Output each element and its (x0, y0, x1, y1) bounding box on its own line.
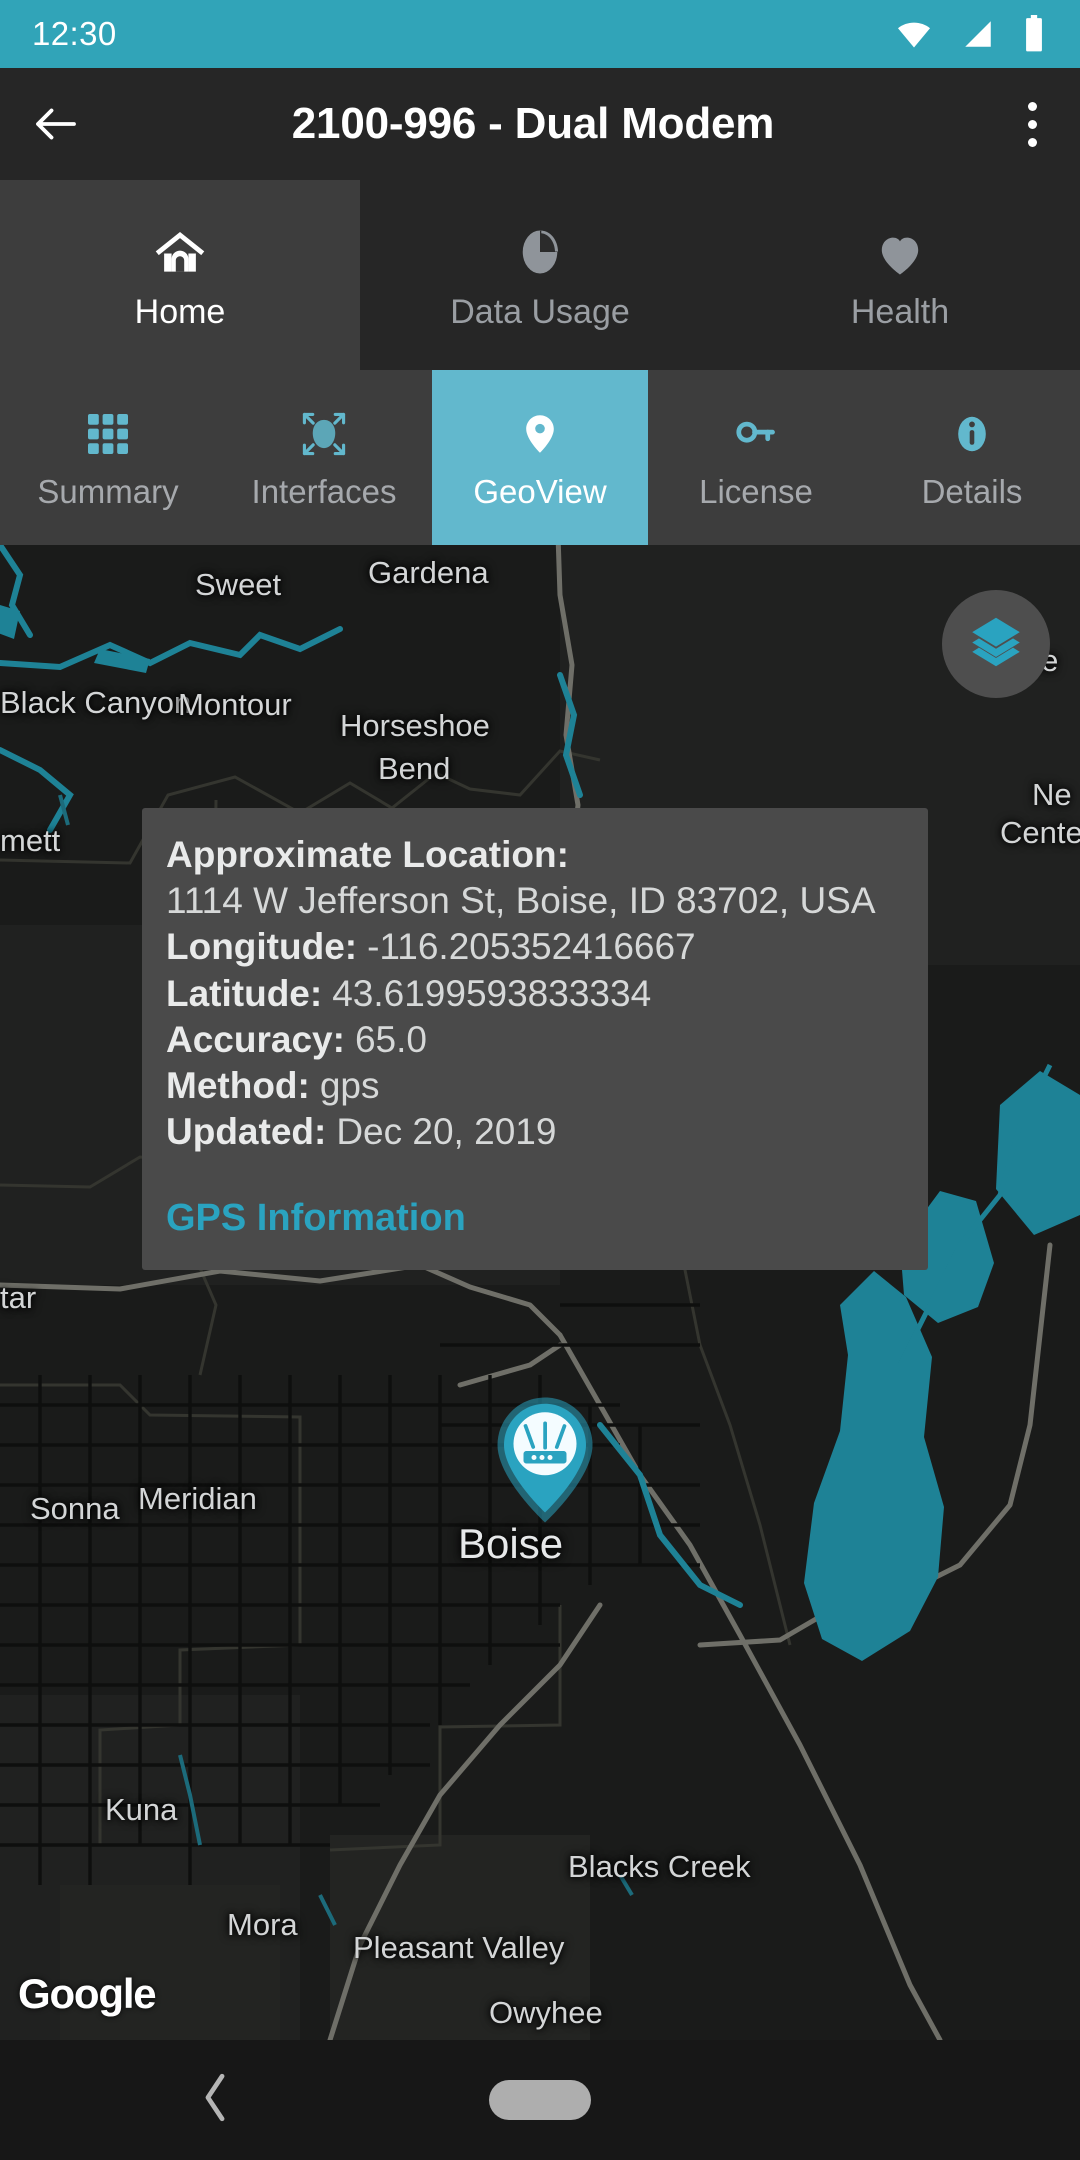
map-label: Kuna (105, 1792, 178, 1827)
map-label: Owyhee (489, 1995, 603, 2030)
tab-geoview[interactable]: GeoView (432, 370, 648, 545)
key-icon (730, 405, 782, 463)
tab-details-label: Details (921, 472, 1023, 510)
map-label: mett (0, 823, 61, 858)
location-info-card: Approximate Location: 1114 W Jefferson S… (142, 808, 928, 1271)
card-address: 1114 W Jefferson St, Boise, ID 83702, US… (166, 880, 876, 922)
status-icons (894, 15, 1046, 53)
pie-chart-icon (512, 219, 568, 281)
method-label: Method: (166, 1064, 310, 1106)
map-pin-icon (517, 405, 563, 463)
map-label: Sonna (30, 1491, 120, 1526)
tab-home-label: Home (134, 292, 226, 331)
updated-label: Updated: (166, 1111, 327, 1153)
map-layers-button[interactable] (942, 590, 1050, 698)
home-pill-icon[interactable] (489, 2080, 591, 2120)
card-row-longitude: Longitude: -116.205352416667 (166, 926, 904, 968)
marker-label: Boise (458, 1520, 564, 1567)
app-bar: 2100-996 - Dual Modem (0, 68, 1080, 180)
device-marker[interactable] (490, 1395, 600, 1525)
map-label: Black Canyon (0, 685, 192, 720)
home-icon (151, 219, 209, 281)
card-row-accuracy: Accuracy: 65.0 (166, 1019, 904, 1061)
map-label: Gardena (368, 555, 489, 590)
map-label: Cente (1000, 815, 1080, 850)
map-label: Mora (227, 1907, 298, 1942)
nav-back-icon[interactable] (200, 2072, 230, 2129)
map-label: Meridian (138, 1481, 257, 1516)
primary-tab-bar: Home Data Usage Health (0, 180, 1080, 370)
accuracy-label: Accuracy: (166, 1018, 345, 1060)
tab-interfaces-label: Interfaces (251, 472, 397, 510)
method-value: gps (319, 1064, 380, 1106)
tab-license[interactable]: License (648, 370, 864, 545)
wifi-icon (894, 17, 934, 51)
map-label: Horseshoe (340, 708, 490, 743)
tab-summary-label: Summary (37, 472, 179, 510)
overflow-menu-icon[interactable] (984, 68, 1080, 180)
tab-data-usage[interactable]: Data Usage (360, 180, 720, 370)
tab-interfaces[interactable]: Interfaces (216, 370, 432, 545)
grid-icon (84, 405, 132, 463)
card-row-method: Method: gps (166, 1065, 904, 1107)
layers-icon (965, 611, 1027, 678)
map-label: Ne (1032, 777, 1072, 812)
page-title: 2100-996 - Dual Modem (291, 99, 775, 148)
back-arrow-icon[interactable] (0, 68, 112, 180)
updated-value: Dec 20, 2019 (336, 1111, 557, 1153)
cellular-signal-icon (960, 17, 996, 51)
tab-summary[interactable]: Summary (0, 370, 216, 545)
system-nav-bar (0, 2040, 1080, 2160)
map-label: Pleasant Valley (353, 1930, 565, 1965)
map-label: Sweet (195, 567, 282, 602)
latitude-value: 43.6199593833334 (332, 972, 652, 1014)
latitude-label: Latitude: (166, 972, 323, 1014)
tab-data-usage-label: Data Usage (450, 292, 630, 331)
battery-icon (1022, 15, 1046, 53)
tab-details[interactable]: Details (864, 370, 1080, 545)
status-time: 12:30 (32, 15, 117, 52)
longitude-value: -116.205352416667 (367, 926, 696, 968)
card-row-latitude: Latitude: 43.6199593833334 (166, 973, 904, 1015)
app-root: 12:30 2100-996 - Dual Modem Home Data Us… (0, 0, 1080, 2160)
gps-information-link[interactable]: GPS Information (166, 1197, 904, 1240)
google-attribution: Google (18, 1970, 157, 2017)
card-row-updated: Updated: Dec 20, 2019 (166, 1111, 904, 1153)
accuracy-value: 65.0 (354, 1018, 427, 1060)
tab-health[interactable]: Health (720, 180, 1080, 370)
map-view[interactable]: Sweet Gardena Black Canyon Montour Horse… (0, 545, 1080, 2040)
secondary-tab-bar: Summary Interfaces GeoView License Detai… (0, 370, 1080, 545)
map-label: Blacks Creek (568, 1849, 751, 1884)
map-label: tar (0, 1280, 37, 1315)
interfaces-icon (299, 405, 349, 463)
heart-icon (872, 219, 928, 281)
card-title: Approximate Location: (166, 834, 569, 875)
tab-home[interactable]: Home (0, 180, 360, 370)
info-icon (949, 405, 995, 463)
map-label: Montour (178, 687, 292, 722)
tab-geoview-label: GeoView (473, 472, 607, 510)
map-label: Bend (378, 751, 451, 786)
longitude-label: Longitude: (166, 926, 358, 968)
status-bar: 12:30 (0, 0, 1080, 68)
tab-license-label: License (699, 472, 813, 510)
tab-health-label: Health (850, 292, 950, 331)
